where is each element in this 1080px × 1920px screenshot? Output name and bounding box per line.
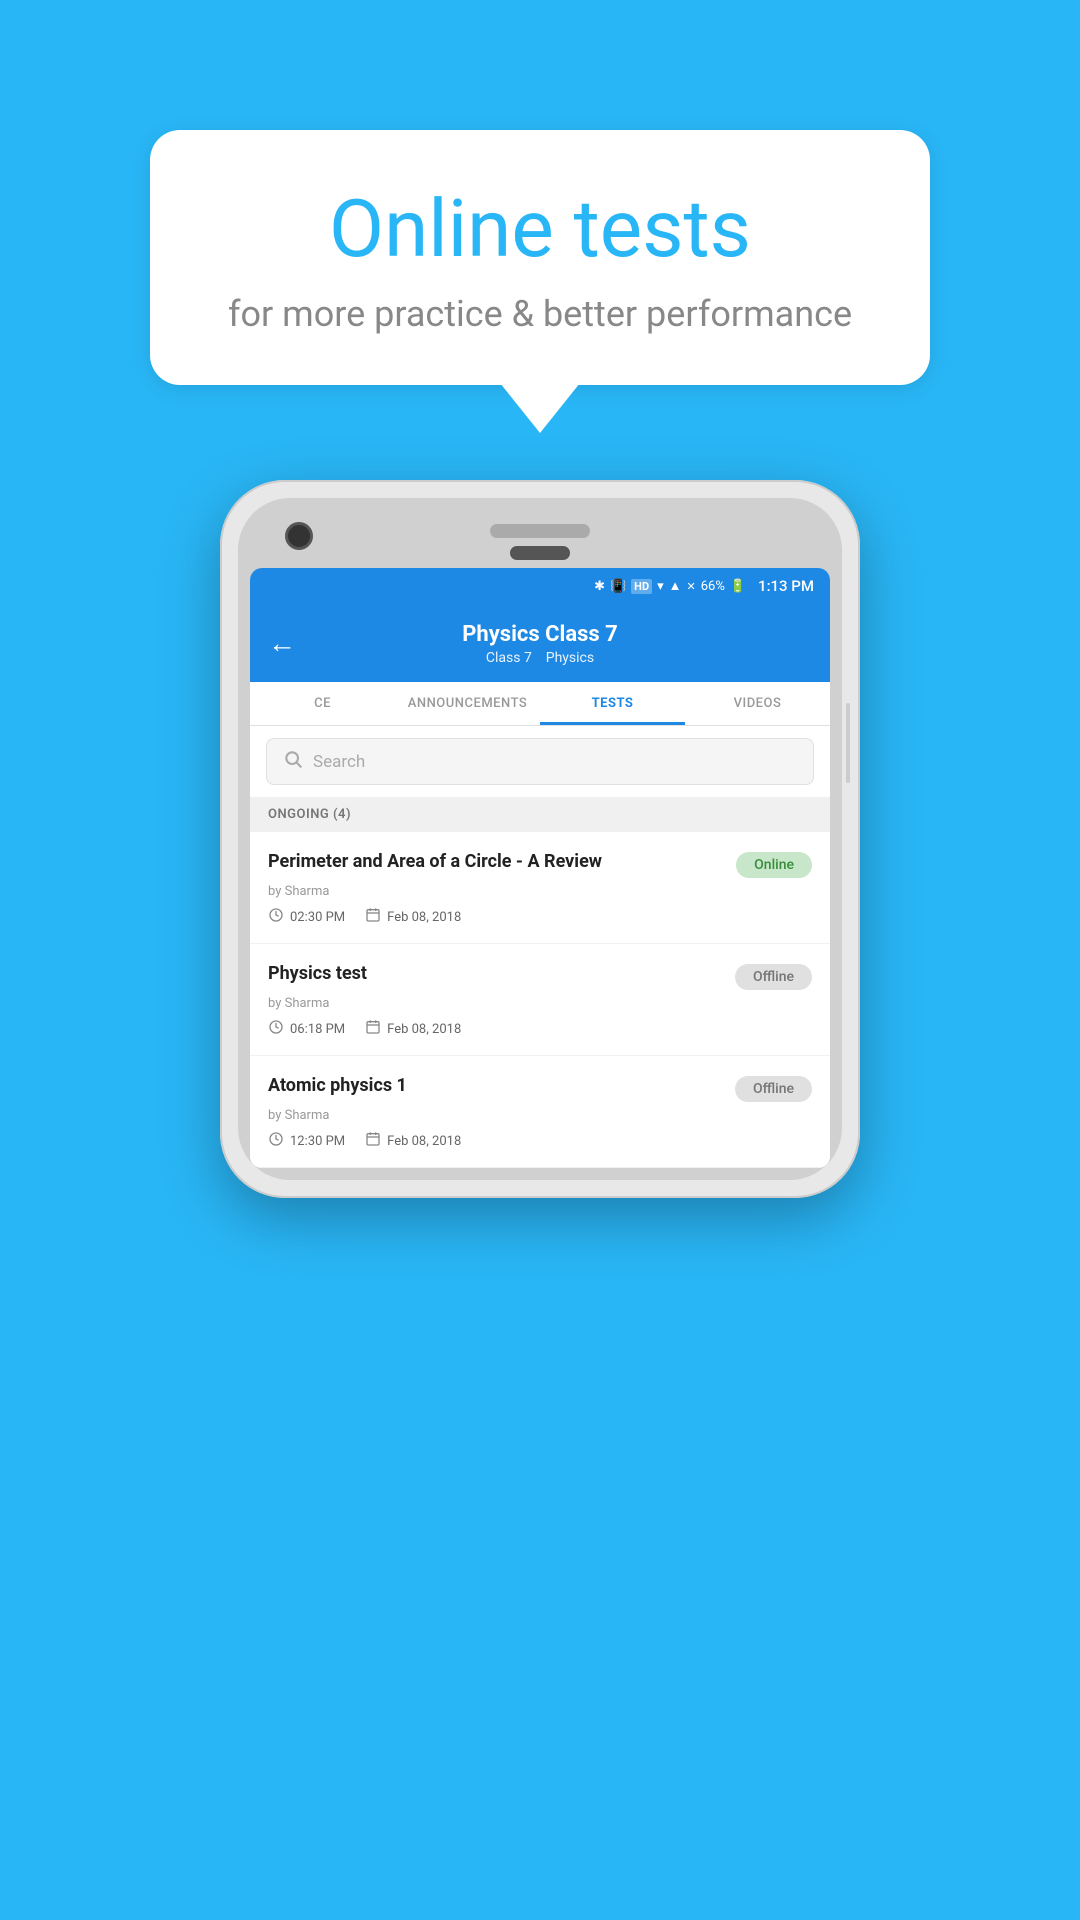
phone-camera <box>285 522 313 550</box>
tab-ce[interactable]: CE <box>250 682 395 725</box>
battery-text: 66% <box>701 579 725 594</box>
status-bar-time: 1:13 PM <box>758 577 814 595</box>
test-date-text-1: Feb 08, 2018 <box>387 1022 461 1037</box>
test-time-text-2: 12:30 PM <box>290 1134 345 1149</box>
test-item-top-2: Atomic physics 1 Offline <box>268 1074 812 1102</box>
test-item-0[interactable]: Perimeter and Area of a Circle - A Revie… <box>250 832 830 944</box>
test-item-1[interactable]: Physics test Offline by Sharma <box>250 944 830 1056</box>
test-date-2: Feb 08, 2018 <box>365 1131 461 1151</box>
test-title-2: Atomic physics 1 <box>268 1074 723 1097</box>
hd-icon: HD <box>631 579 652 594</box>
test-item-top-1: Physics test Offline <box>268 962 812 990</box>
back-button[interactable]: ← <box>268 627 296 660</box>
status-bar: ✱ 📳 HD ▾ ▲ ✕ 66% 🔋 1:13 PM <box>250 568 830 604</box>
test-title-1: Physics test <box>268 962 723 985</box>
wifi-icon: ▾ <box>657 579 664 594</box>
phone-speaker <box>490 524 590 538</box>
test-item-2[interactable]: Atomic physics 1 Offline by Sharma <box>250 1056 830 1168</box>
search-bar: Search <box>250 726 830 797</box>
data-icon: ✕ <box>687 580 696 593</box>
header-class: Class 7 <box>486 650 532 666</box>
calendar-icon-0 <box>365 907 381 927</box>
test-time-1: 06:18 PM <box>268 1019 345 1039</box>
phone-home-indicator <box>510 546 570 560</box>
clock-icon-0 <box>268 907 284 927</box>
test-badge-1: Offline <box>735 964 812 990</box>
test-time-text-0: 02:30 PM <box>290 910 345 925</box>
test-time-0: 02:30 PM <box>268 907 345 927</box>
test-badge-0: Online <box>736 852 812 878</box>
phone-top-bar <box>250 510 830 546</box>
tab-bar: CE ANNOUNCEMENTS TESTS VIDEOS <box>250 682 830 726</box>
test-author-0: by Sharma <box>268 884 812 899</box>
speech-bubble: Online tests for more practice & better … <box>150 130 930 385</box>
phone-outer-shell: ✱ 📳 HD ▾ ▲ ✕ 66% 🔋 1:13 PM ← Physics Cla… <box>220 480 860 1198</box>
test-badge-2: Offline <box>735 1076 812 1102</box>
speech-bubble-subtitle: for more practice & better performance <box>220 293 860 335</box>
test-item-top-0: Perimeter and Area of a Circle - A Revie… <box>268 850 812 878</box>
header-subtitle: Class 7 Physics <box>270 650 810 666</box>
status-bar-icons: ✱ 📳 HD ▾ ▲ ✕ 66% 🔋 <box>594 578 746 594</box>
tab-announcements[interactable]: ANNOUNCEMENTS <box>395 682 540 725</box>
phone-screen: ✱ 📳 HD ▾ ▲ ✕ 66% 🔋 1:13 PM ← Physics Cla… <box>250 568 830 1168</box>
vibrate-icon: 📳 <box>610 579 626 594</box>
test-title-0: Perimeter and Area of a Circle - A Revie… <box>268 850 724 873</box>
tab-tests[interactable]: TESTS <box>540 682 685 725</box>
signal-icon: ▲ <box>669 578 682 594</box>
app-header: ← Physics Class 7 Class 7 Physics <box>250 604 830 682</box>
bluetooth-icon: ✱ <box>594 579 605 594</box>
battery-icon: 🔋 <box>730 579 746 594</box>
search-input-container[interactable]: Search <box>266 738 814 785</box>
tab-videos[interactable]: VIDEOS <box>685 682 830 725</box>
test-date-1: Feb 08, 2018 <box>365 1019 461 1039</box>
speech-bubble-title: Online tests <box>220 185 860 273</box>
scroll-indicator <box>846 703 850 783</box>
phone-inner-shell: ✱ 📳 HD ▾ ▲ ✕ 66% 🔋 1:13 PM ← Physics Cla… <box>238 498 842 1180</box>
search-icon <box>283 749 303 774</box>
test-date-0: Feb 08, 2018 <box>365 907 461 927</box>
clock-icon-2 <box>268 1131 284 1151</box>
test-date-text-0: Feb 08, 2018 <box>387 910 461 925</box>
test-date-text-2: Feb 08, 2018 <box>387 1134 461 1149</box>
speech-bubble-container: Online tests for more practice & better … <box>150 130 930 385</box>
header-title: Physics Class 7 <box>270 622 810 647</box>
phone-mockup: ✱ 📳 HD ▾ ▲ ✕ 66% 🔋 1:13 PM ← Physics Cla… <box>220 480 860 1198</box>
calendar-icon-1 <box>365 1019 381 1039</box>
test-author-1: by Sharma <box>268 996 812 1011</box>
test-author-2: by Sharma <box>268 1108 812 1123</box>
clock-icon-1 <box>268 1019 284 1039</box>
calendar-icon-2 <box>365 1131 381 1151</box>
test-time-text-1: 06:18 PM <box>290 1022 345 1037</box>
test-meta-1: 06:18 PM Feb 08, 201 <box>268 1019 812 1039</box>
test-time-2: 12:30 PM <box>268 1131 345 1151</box>
test-meta-0: 02:30 PM Feb 08, 201 <box>268 907 812 927</box>
test-meta-2: 12:30 PM Feb 08, 201 <box>268 1131 812 1151</box>
header-subject: Physics <box>546 650 594 666</box>
search-placeholder: Search <box>313 752 365 772</box>
section-header-ongoing: ONGOING (4) <box>250 797 830 832</box>
